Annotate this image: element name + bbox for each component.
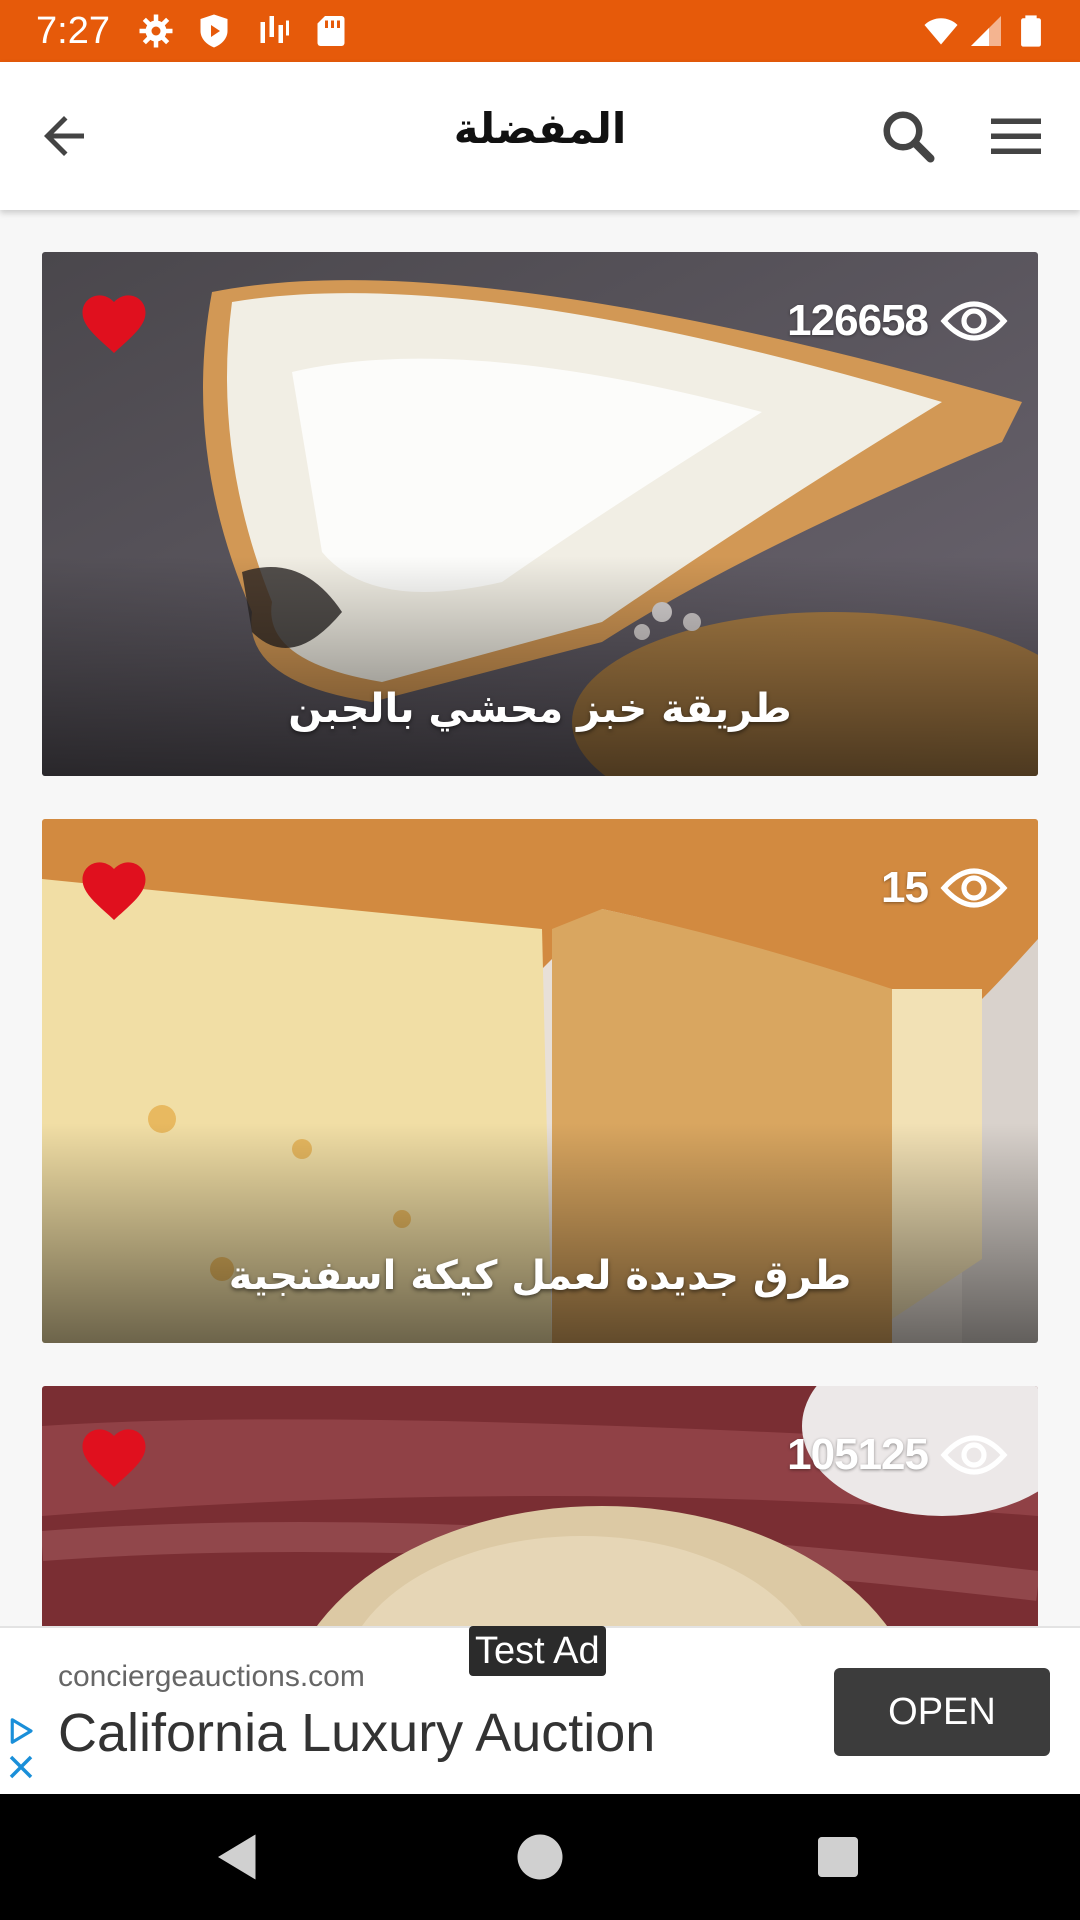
recipe-title: طرق جديدة لعمل كيكة اسفنجية — [228, 1253, 852, 1299]
eye-icon — [940, 868, 1008, 908]
favorite-heart-icon[interactable] — [78, 290, 150, 356]
view-count: 15 — [881, 863, 1008, 913]
recipe-title: طريقة خبز محشي بالجبن — [288, 686, 792, 732]
app-bar: المفضلة — [0, 62, 1080, 210]
eye-icon — [940, 1435, 1008, 1475]
view-count-value: 105125 — [787, 1430, 929, 1479]
ad-domain[interactable]: conciergeauctions.com — [58, 1660, 365, 1694]
view-count-value: 126658 — [787, 296, 929, 345]
favorite-heart-icon[interactable] — [78, 857, 150, 923]
ad-banner[interactable]: Test Ad conciergeauctions.com California… — [0, 1626, 1080, 1796]
image-shade — [42, 556, 1038, 776]
wifi-icon — [924, 18, 958, 45]
recipe-image-dough-ball — [42, 1386, 1038, 1626]
test-ad-badge: Test Ad — [469, 1626, 606, 1676]
sd-card-icon — [317, 16, 345, 46]
image-shade — [42, 1123, 1038, 1343]
recipe-card[interactable]: 105125 — [42, 1386, 1038, 1626]
menu-icon[interactable] — [986, 106, 1046, 166]
adchoices-icon[interactable] — [6, 1716, 36, 1746]
search-icon[interactable] — [878, 106, 938, 166]
view-count: 105125 — [787, 1430, 1008, 1480]
favorites-list[interactable]: 126658 طريقة خبز محشي بالجبن 15 طرق جديد… — [0, 210, 1080, 1626]
favorite-heart-icon[interactable] — [78, 1424, 150, 1490]
ad-headline[interactable]: California Luxury Auction — [58, 1702, 655, 1764]
close-icon[interactable] — [6, 1752, 36, 1782]
cell-signal-icon — [971, 16, 1001, 46]
status-bar: 7:27 — [0, 0, 1080, 62]
view-count-value: 15 — [881, 863, 929, 912]
back-triangle-icon[interactable] — [208, 1827, 268, 1887]
eye-icon — [940, 301, 1008, 341]
status-time: 7:27 — [36, 10, 110, 52]
battery-icon — [1021, 15, 1041, 47]
recipe-card[interactable]: 15 طرق جديدة لعمل كيكة اسفنجية — [42, 819, 1038, 1343]
recents-square-icon[interactable] — [808, 1827, 868, 1887]
ad-open-button[interactable]: OPEN — [834, 1668, 1050, 1756]
home-circle-icon[interactable] — [510, 1827, 570, 1887]
shield-play-icon — [200, 14, 228, 48]
system-nav-bar — [0, 1794, 1080, 1920]
settings-icon — [139, 14, 173, 48]
signal-bars-icon — [260, 16, 289, 43]
recipe-card[interactable]: 126658 طريقة خبز محشي بالجبن — [42, 252, 1038, 776]
view-count: 126658 — [787, 296, 1008, 346]
